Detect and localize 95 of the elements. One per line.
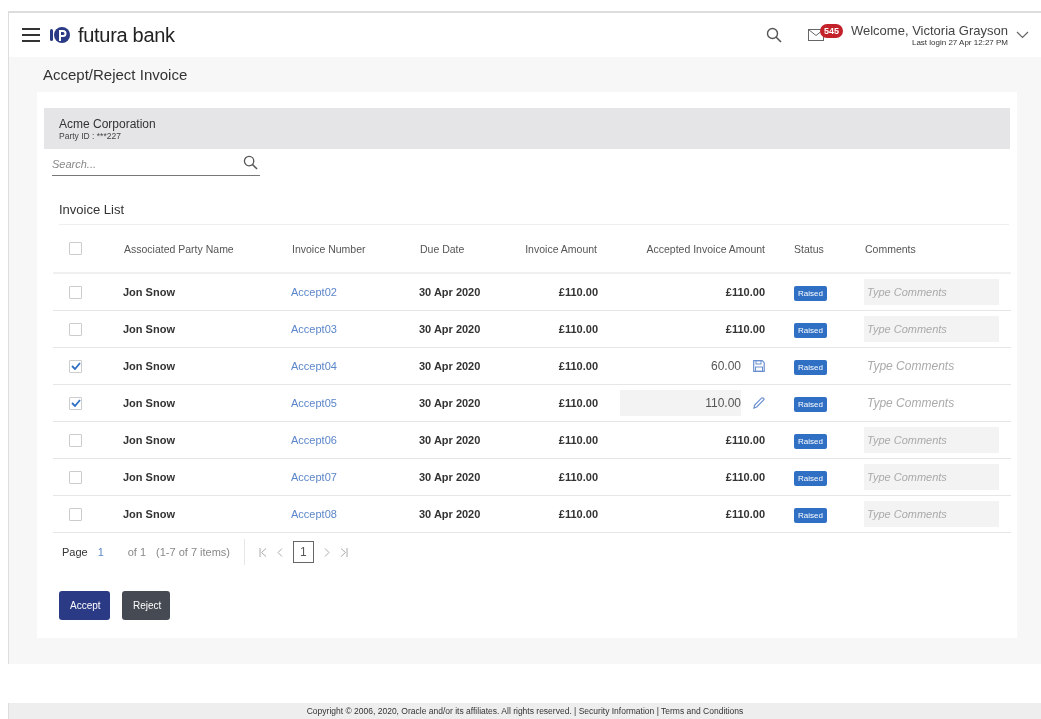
due-date-cell: 30 Apr 2020 — [419, 471, 481, 483]
accept-button[interactable]: Accept — [59, 591, 110, 620]
invoice-number-link[interactable]: Accept04 — [291, 360, 337, 372]
status-badge: Raised — [794, 397, 827, 412]
column-header: Invoice Number — [291, 225, 419, 273]
party-name-cell: Jon Snow — [123, 323, 175, 335]
row-checkbox[interactable] — [69, 396, 82, 410]
section-title: Invoice List — [59, 202, 1009, 225]
invoice-number-link[interactable]: Accept05 — [291, 397, 337, 409]
footer-link[interactable]: Terms and Conditions — [661, 706, 744, 716]
page-label: Page — [62, 546, 88, 558]
invoice-amount-cell: £110.00 — [558, 434, 598, 446]
previous-page-icon[interactable] — [277, 547, 284, 557]
invoice-amount-cell: £110.00 — [558, 508, 598, 520]
search-icon[interactable] — [243, 155, 258, 170]
comments-field[interactable]: Type Comments — [864, 464, 999, 490]
select-all-checkbox[interactable] — [69, 242, 82, 256]
due-date-cell: 30 Apr 2020 — [419, 434, 481, 446]
invoice-amount-cell: £110.00 — [558, 397, 598, 409]
party-name-cell: Jon Snow — [123, 434, 175, 446]
footer-copyright: Copyright © 2006, 2020, Oracle and/or its affiliates. All rights reserved. | Security Information | Terms and Conditions — [306, 706, 744, 716]
invoice-amount-cell: £110.00 — [558, 360, 598, 372]
page-count-text: of 1 — [127, 546, 147, 558]
chevron-down-icon[interactable] — [1016, 31, 1029, 39]
accepted-amount-cell: £110.00 — [725, 471, 765, 483]
row-checkbox[interactable] — [69, 470, 82, 484]
party-name-cell: Jon Snow — [123, 471, 175, 483]
due-date-cell: 30 Apr 2020 — [419, 360, 481, 372]
invoice-number-link[interactable]: Accept07 — [291, 471, 337, 483]
status-badge: Raised — [794, 471, 827, 486]
status-badge: Raised — [794, 434, 827, 449]
accepted-amount-cell: £110.00 — [725, 286, 765, 298]
comments-field[interactable]: Type Comments — [864, 279, 999, 305]
column-header: Due Date — [419, 225, 511, 273]
last-login-text: Last login 27 Apr 12:27 PM — [911, 38, 1008, 47]
party-name-cell: Jon Snow — [123, 286, 175, 298]
column-header: Associated Party Name — [123, 225, 291, 273]
footer-link[interactable]: Security Information — [578, 706, 655, 716]
accepted-amount-cell: £110.00 — [725, 434, 765, 446]
row-checkbox[interactable] — [69, 322, 82, 336]
invoice-number-link[interactable]: Accept02 — [291, 286, 337, 298]
row-checkbox[interactable] — [69, 433, 82, 447]
items-summary: (1-7 of 7 items) — [156, 546, 231, 558]
column-header: Status — [779, 225, 864, 273]
invoice-number-link[interactable]: Accept03 — [291, 323, 337, 335]
party-name-cell: Jon Snow — [123, 508, 175, 520]
status-badge: Raised — [794, 508, 827, 523]
comments-field[interactable]: Type Comments — [864, 390, 999, 416]
comments-field[interactable]: Type Comments — [864, 316, 999, 342]
accepted-amount-field[interactable]: 60.00 — [710, 359, 741, 373]
save-icon[interactable] — [753, 360, 765, 372]
envelope-icon[interactable] — [807, 29, 824, 41]
status-badge: Raised — [794, 360, 827, 375]
due-date-cell: 30 Apr 2020 — [419, 323, 481, 335]
comments-field[interactable]: Type Comments — [864, 427, 999, 453]
accepted-amount-field[interactable]: 110.00 — [620, 390, 741, 416]
accepted-amount-cell: £110.00 — [725, 508, 765, 520]
party-name-cell: Jon Snow — [123, 397, 175, 409]
first-page-icon[interactable] — [259, 547, 268, 557]
party-id: Party ID : ***227 — [59, 130, 121, 141]
invoice-number-link[interactable]: Accept08 — [291, 508, 337, 520]
invoice-amount-cell: £110.00 — [558, 286, 598, 298]
invoice-amount-cell: £110.00 — [558, 323, 598, 335]
invoice-number-link[interactable]: Accept06 — [291, 434, 337, 446]
party-name-cell: Jon Snow — [123, 360, 175, 372]
column-header: Accepted Invoice Amount — [598, 225, 779, 273]
reject-button[interactable]: Reject — [122, 591, 170, 620]
accepted-amount-cell: £110.00 — [725, 323, 765, 335]
comments-field[interactable]: Type Comments — [864, 501, 999, 527]
due-date-cell: 30 Apr 2020 — [419, 286, 481, 298]
search-icon[interactable] — [765, 27, 782, 43]
next-page-icon[interactable] — [323, 547, 330, 557]
status-badge: Raised — [794, 323, 827, 338]
comments-field[interactable]: Type Comments — [864, 353, 999, 379]
page-button[interactable]: 1 — [293, 541, 314, 563]
party-name: Acme Corporation — [59, 116, 157, 131]
last-page-icon[interactable] — [339, 547, 348, 557]
notification-badge: 545 — [819, 24, 843, 38]
row-checkbox[interactable] — [69, 359, 82, 373]
pencil-icon[interactable] — [753, 397, 765, 409]
column-header: Comments — [864, 225, 1011, 273]
menu-icon[interactable] — [22, 28, 40, 42]
due-date-cell: 30 Apr 2020 — [419, 508, 481, 520]
column-header: Invoice Amount — [511, 225, 598, 273]
search-field[interactable]: Search... — [52, 152, 260, 176]
row-checkbox[interactable] — [69, 507, 82, 521]
status-badge: Raised — [794, 286, 827, 301]
brand-name: futura bank — [78, 23, 175, 47]
row-checkbox[interactable] — [69, 285, 82, 299]
welcome-text[interactable]: Welcome, Victoria Grayson — [850, 23, 1008, 38]
due-date-cell: 30 Apr 2020 — [419, 397, 481, 409]
page-number-field[interactable]: 1 — [97, 546, 118, 558]
page-title: Accept/Reject Invoice — [43, 66, 189, 83]
logo-icon — [50, 25, 70, 45]
invoice-amount-cell: £110.00 — [558, 471, 598, 483]
